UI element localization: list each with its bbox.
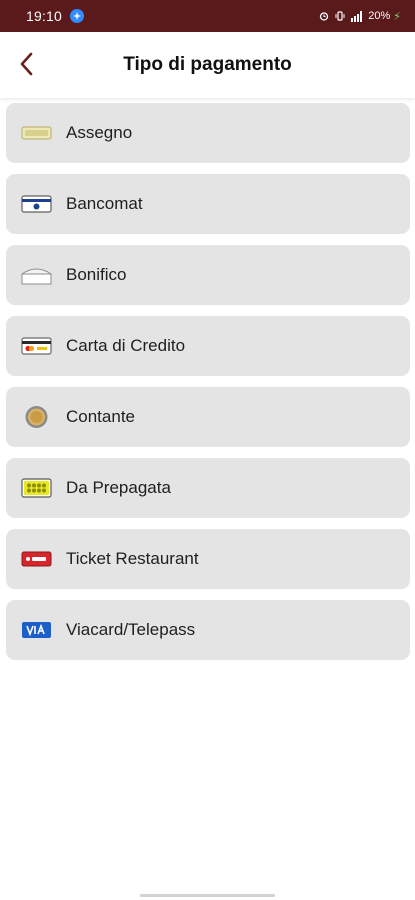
status-time: 19:10 [26,8,63,24]
payment-type-list: Assegno Bancomat Bonifico Carta di Credi… [6,103,410,660]
payment-option-da-prepagata[interactable]: Da Prepagata [6,458,410,518]
payment-option-label: Carta di Credito [66,336,186,355]
prepaid-card-icon [20,476,53,500]
payment-option-label: Bonifico [66,265,127,284]
app-bar: Tipo di pagamento [0,32,415,98]
coin-icon [20,405,53,429]
payment-option-bonifico[interactable]: Bonifico [6,245,410,305]
back-button[interactable] [10,47,44,81]
cheque-icon [20,121,53,145]
bancomat-card-icon [20,192,53,216]
payment-option-assegno[interactable]: Assegno [6,103,410,163]
payment-option-ticket-restaurant[interactable]: Ticket Restaurant [6,529,410,589]
signal-icon [351,10,363,22]
payment-option-carta-di-credito[interactable]: Carta di Credito [6,316,410,376]
payment-option-label: Ticket Restaurant [66,549,199,568]
payment-option-viacard-telepass[interactable]: Viacard/Telepass [6,600,410,660]
status-bar: 19:10 20% ⚡ [0,0,415,32]
payment-option-label: Assegno [66,123,133,142]
meal-ticket-icon [20,547,53,571]
charging-icon: ⚡ [393,10,401,23]
alarm-icon [319,11,329,21]
payment-option-bancomat[interactable]: Bancomat [6,174,410,234]
battery-level: 20% [368,10,391,22]
payment-option-label: Da Prepagata [66,478,171,497]
payment-option-label: Contante [66,407,135,426]
viacard-icon [20,618,53,642]
page-title: Tipo di pagamento [123,54,292,75]
chevron-left-icon [20,52,33,76]
app-notification-icon [70,9,85,23]
payment-option-contante[interactable]: Contante [6,387,410,447]
bank-transfer-envelope-icon [20,263,53,287]
vibrate-icon [335,11,345,21]
home-indicator[interactable] [140,894,275,897]
payment-option-label: Viacard/Telepass [66,620,196,639]
credit-card-icon [20,334,53,358]
payment-option-label: Bancomat [66,194,143,213]
